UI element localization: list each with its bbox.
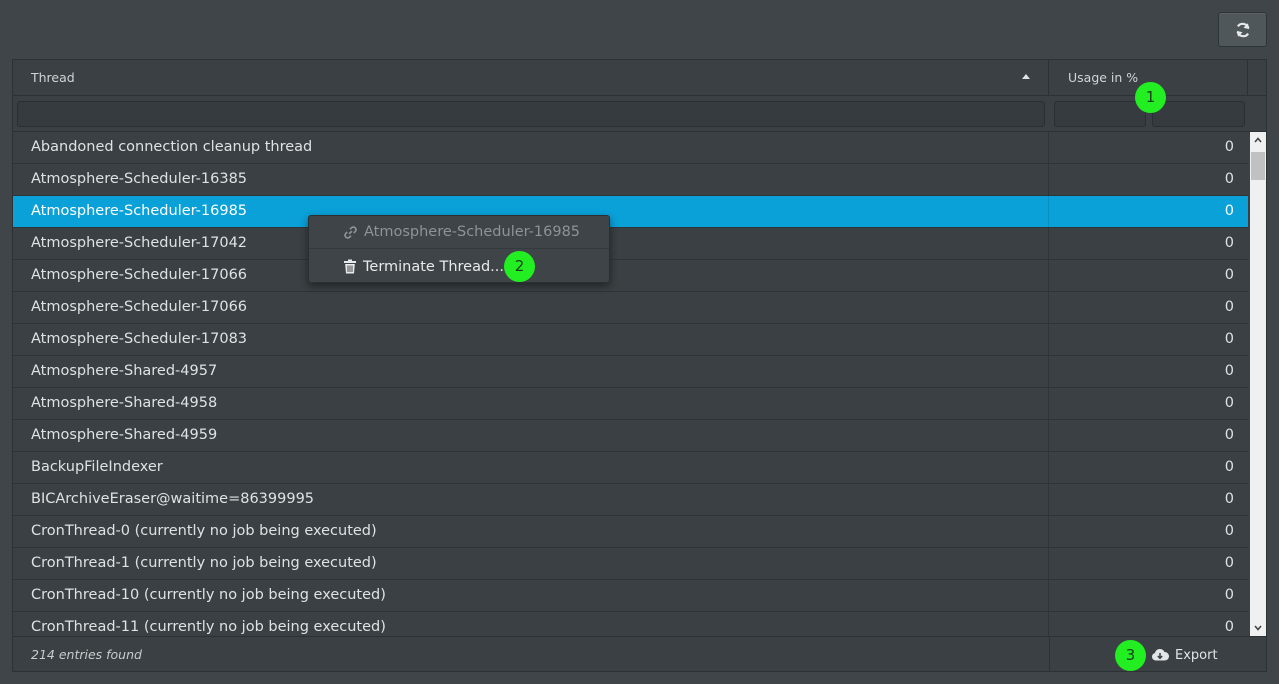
usage-cell: 0 xyxy=(1224,235,1234,251)
thread-name-cell: Atmosphere-Scheduler-17066 xyxy=(13,292,1049,323)
annotation-badge-2: 2 xyxy=(504,251,535,282)
table-row[interactable]: CronThread-1 (currently no job being exe… xyxy=(13,548,1248,580)
thread-name-cell: CronThread-1 (currently no job being exe… xyxy=(13,548,1049,579)
trash-icon xyxy=(344,259,356,274)
annotation-badge-1: 1 xyxy=(1135,82,1166,113)
terminate-thread-menu-item[interactable]: Terminate Thread... xyxy=(309,250,609,283)
table-row[interactable]: BICArchiveEraser@waitime=86399995 0 xyxy=(13,484,1248,516)
context-menu: Atmosphere-Scheduler-16985 Terminate Thr… xyxy=(308,215,610,283)
grid-footer: 214 entries found Export xyxy=(13,636,1266,672)
table-row[interactable]: CronThread-0 (currently no job being exe… xyxy=(13,516,1248,548)
usage-cell: 0 xyxy=(1224,587,1234,603)
table-row[interactable]: Atmosphere-Scheduler-17066 0 xyxy=(13,292,1248,324)
thread-filter-input[interactable] xyxy=(17,101,1045,127)
usage-cell: 0 xyxy=(1224,491,1234,507)
table-row[interactable]: Atmosphere-Scheduler-16385 0 xyxy=(13,164,1248,196)
table-row[interactable]: Atmosphere-Scheduler-16985 0 xyxy=(13,196,1248,228)
column-header-thread[interactable]: Thread xyxy=(13,60,1049,96)
usage-cell: 0 xyxy=(1224,363,1234,379)
thread-name-cell: BICArchiveEraser@waitime=86399995 xyxy=(13,484,1049,515)
table-row[interactable]: Atmosphere-Shared-4957 0 xyxy=(13,356,1248,388)
table-row[interactable]: Atmosphere-Shared-4959 0 xyxy=(13,420,1248,452)
table-row[interactable]: CronThread-11 (currently no job being ex… xyxy=(13,612,1248,636)
usage-cell: 0 xyxy=(1224,619,1234,635)
export-button[interactable]: Export xyxy=(1151,645,1218,665)
usage-cell: 0 xyxy=(1224,203,1234,219)
usage-min-filter-input[interactable] xyxy=(1054,101,1146,127)
table-row[interactable]: BackupFileIndexer 0 xyxy=(13,452,1248,484)
thread-grid: Thread Usage in % Abandoned connection c… xyxy=(12,59,1267,672)
usage-cell: 0 xyxy=(1224,139,1234,155)
table-row[interactable]: Abandoned connection cleanup thread 0 xyxy=(13,132,1248,164)
usage-max-filter-input[interactable] xyxy=(1152,101,1245,127)
table-row[interactable]: Atmosphere-Scheduler-17042 0 xyxy=(13,228,1248,260)
thread-name-cell: Atmosphere-Scheduler-17083 xyxy=(13,324,1049,355)
scroll-up-icon[interactable] xyxy=(1250,132,1266,148)
cloud-download-icon xyxy=(1152,648,1169,661)
usage-cell: 0 xyxy=(1224,331,1234,347)
thread-name-cell: Atmosphere-Shared-4958 xyxy=(13,388,1049,419)
usage-cell: 0 xyxy=(1224,427,1234,443)
usage-cell: 0 xyxy=(1224,459,1234,475)
scroll-down-icon[interactable] xyxy=(1250,620,1266,636)
table-row[interactable]: Atmosphere-Scheduler-17083 0 xyxy=(13,324,1248,356)
thread-name-cell: Abandoned connection cleanup thread xyxy=(13,132,1049,163)
thread-name-cell: CronThread-0 (currently no job being exe… xyxy=(13,516,1049,547)
grid-header: Thread Usage in % xyxy=(13,60,1266,96)
usage-cell: 0 xyxy=(1224,171,1234,187)
entry-count: 214 entries found xyxy=(31,647,142,662)
thread-name-cell: Atmosphere-Scheduler-16385 xyxy=(13,164,1049,195)
table-row[interactable]: Atmosphere-Scheduler-17066 0 xyxy=(13,260,1248,292)
sort-ascending-icon xyxy=(1022,74,1030,79)
link-icon xyxy=(344,225,357,239)
thread-name-cell: CronThread-10 (currently no job being ex… xyxy=(13,580,1049,611)
usage-cell: 0 xyxy=(1224,299,1234,315)
refresh-button[interactable] xyxy=(1218,12,1267,47)
thread-name-cell: BackupFileIndexer xyxy=(13,452,1049,483)
table-row[interactable]: Atmosphere-Shared-4958 0 xyxy=(13,388,1248,420)
context-menu-title: Atmosphere-Scheduler-16985 xyxy=(309,216,609,249)
scrollbar-thumb[interactable] xyxy=(1251,152,1265,180)
usage-cell: 0 xyxy=(1224,555,1234,571)
usage-cell: 0 xyxy=(1224,395,1234,411)
grid-rows: Abandoned connection cleanup thread 0 Atmo… xyxy=(13,132,1248,636)
usage-cell: 0 xyxy=(1224,267,1234,283)
thread-name-cell: Atmosphere-Shared-4957 xyxy=(13,356,1049,387)
thread-name-cell: Atmosphere-Shared-4959 xyxy=(13,420,1049,451)
usage-cell: 0 xyxy=(1224,523,1234,539)
annotation-badge-3: 3 xyxy=(1115,640,1146,671)
thread-name-cell: CronThread-11 (currently no job being ex… xyxy=(13,612,1049,636)
refresh-icon xyxy=(1236,22,1249,37)
filter-row xyxy=(13,97,1266,132)
vertical-scrollbar[interactable] xyxy=(1250,132,1266,636)
table-row[interactable]: CronThread-10 (currently no job being ex… xyxy=(13,580,1248,612)
